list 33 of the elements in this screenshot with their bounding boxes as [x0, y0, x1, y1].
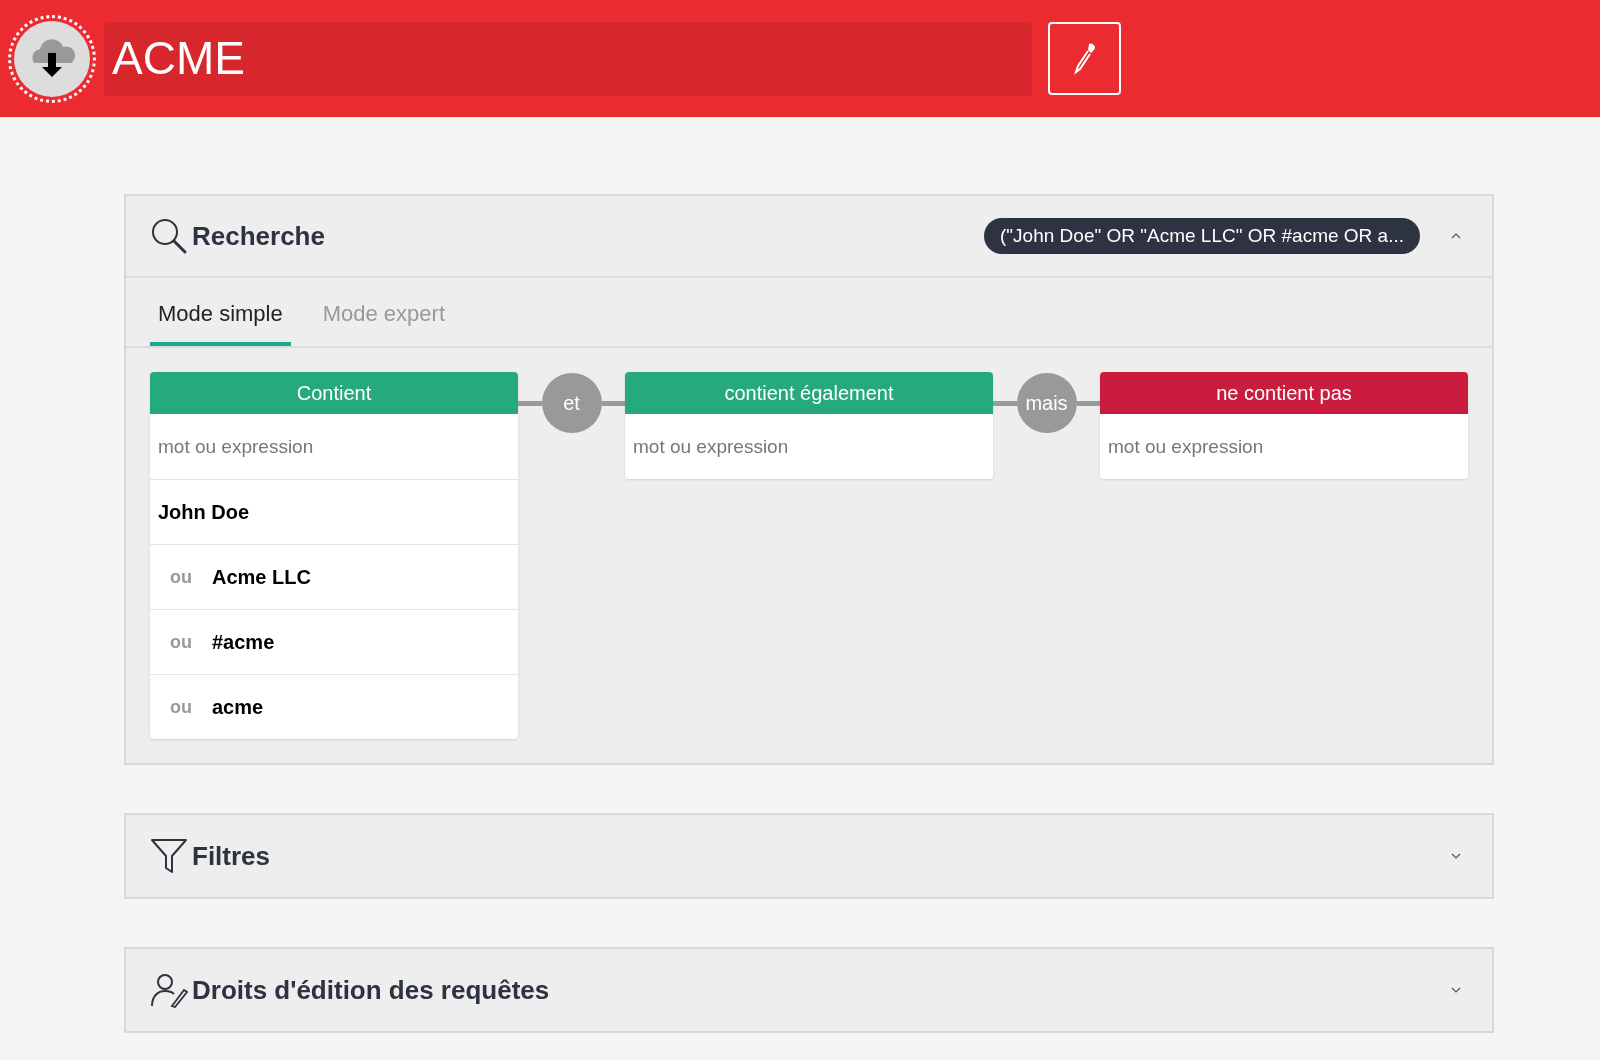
or-label: ou	[170, 695, 193, 719]
search-term: #acme	[212, 630, 275, 655]
color-picker-button[interactable]	[1048, 22, 1121, 95]
search-term: Acme LLC	[212, 565, 311, 590]
search-term: John Doe	[158, 500, 250, 525]
term-input[interactable]: mot ou expression	[633, 431, 985, 462]
condition-header: ne contient pas	[1100, 372, 1468, 414]
eyedropper-icon	[1072, 41, 1097, 76]
query-badge: ("John Doe" OR "Acme LLC" OR #acme OR a...	[984, 217, 1420, 255]
connector-label: mais	[1016, 373, 1077, 433]
term-field[interactable]: mot ou expression	[625, 414, 993, 479]
chevron-up-icon	[1450, 232, 1462, 240]
section-title: Recherche	[192, 219, 325, 253]
cloud-download-logo-icon	[8, 14, 96, 103]
chevron-down-icon	[1450, 986, 1462, 994]
term-field[interactable]: mot ou expression	[1100, 414, 1468, 479]
or-label: ou	[170, 630, 193, 654]
mode-tab[interactable]: Mode simple	[150, 297, 291, 346]
or-label: ou	[170, 565, 193, 589]
condition-header: contient également	[625, 372, 993, 414]
search-term: acme	[212, 695, 264, 720]
section-title: Filtres	[192, 839, 271, 873]
term-field[interactable]: mot ou expression	[150, 414, 518, 479]
condition-header: Contient	[150, 372, 518, 414]
section-title: Droits d'édition des requêtes	[192, 973, 550, 1007]
connector-label: et	[541, 373, 602, 433]
user-pencil-icon	[150, 972, 188, 1008]
term-input[interactable]: mot ou expression	[1108, 431, 1460, 462]
term-input[interactable]: mot ou expression	[158, 431, 510, 462]
chevron-down-icon	[1450, 852, 1462, 860]
funnel-icon	[150, 838, 188, 874]
search-icon	[150, 217, 188, 255]
title-field[interactable]: ACME	[104, 21, 1032, 96]
